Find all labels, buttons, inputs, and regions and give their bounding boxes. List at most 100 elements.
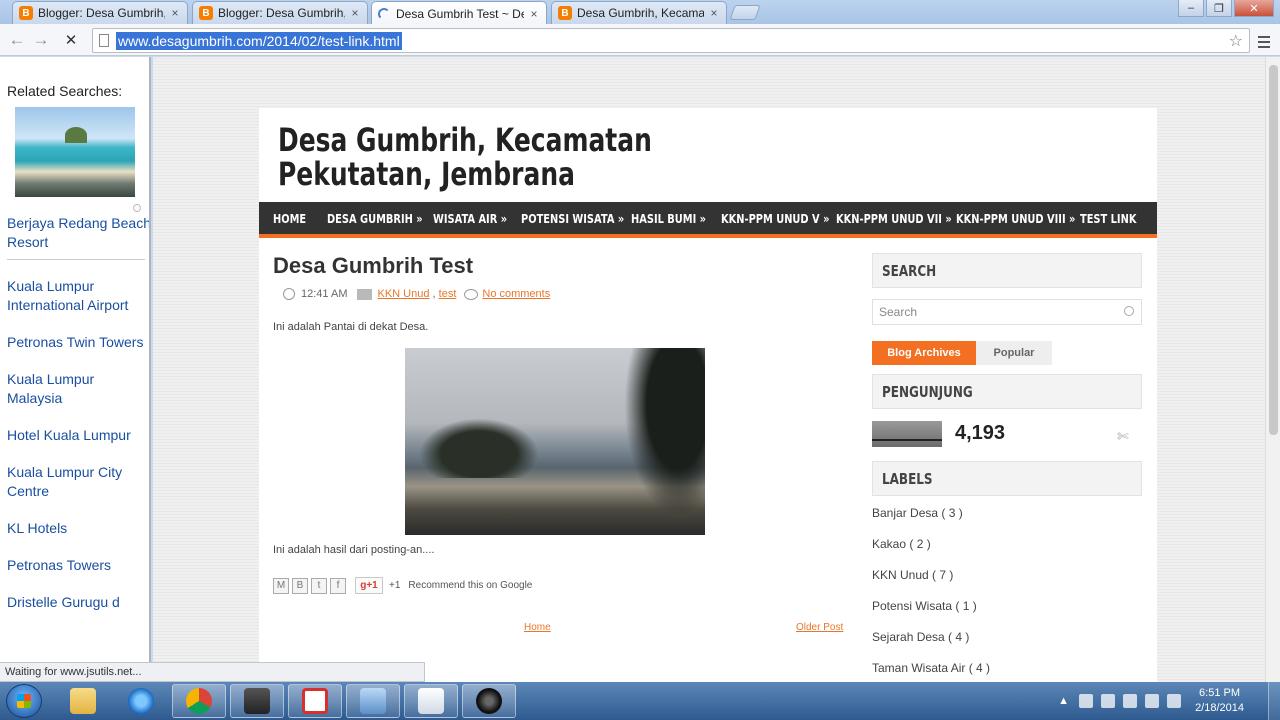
search-input[interactable]: Search [872, 299, 1142, 325]
label-link[interactable]: Taman Wisata Air ( 4 ) [872, 661, 990, 682]
related-link[interactable]: Berjaya Redang Beach Resort [0, 214, 149, 252]
nav-item-home[interactable]: HOME [273, 212, 306, 226]
network-icon [360, 688, 386, 714]
related-link[interactable]: Kuala Lumpur Malaysia [0, 370, 149, 408]
network-tray-icon[interactable] [1145, 694, 1160, 708]
scrollbar-thumb[interactable] [1269, 65, 1278, 435]
label-link[interactable]: KKN Unud ( 7 ) [872, 568, 990, 599]
folder-icon [70, 688, 96, 714]
related-link[interactable]: Kuala Lumpur International Airport [0, 277, 149, 315]
device-icon[interactable] [1123, 694, 1138, 708]
back-arrow-icon[interactable]: ← [5, 30, 29, 50]
tab-close-icon[interactable]: × [169, 6, 181, 20]
search-icon[interactable] [1124, 306, 1134, 316]
label-link[interactable]: Potensi Wisata ( 1 ) [872, 599, 990, 630]
ad-info-icon[interactable] [133, 204, 141, 212]
twitter-share-icon[interactable]: t [311, 577, 327, 594]
taskbar-network[interactable] [346, 684, 400, 718]
nav-item-test-link[interactable]: TEST LINK [1080, 212, 1136, 226]
stop-loading-icon[interactable]: ✕ [59, 31, 83, 49]
related-link[interactable]: Petronas Towers [0, 556, 149, 575]
system-tray: ▲ 6:51 PM 2/18/2014 [1058, 682, 1280, 720]
blogger-icon: B [19, 6, 33, 20]
share-bar: M B t f g+1 +1 Recommend this on Google [273, 577, 532, 594]
tab-title: Desa Gumbrih Test ~ Desa [396, 6, 524, 21]
minimize-icon[interactable]: – [1178, 0, 1204, 17]
plus-one-count: +1 [389, 580, 401, 591]
recommend-text: Recommend this on Google [408, 580, 533, 591]
volume-icon[interactable] [1167, 694, 1182, 708]
browser-tab-4[interactable]: B Desa Gumbrih, Kecamatan × [551, 1, 727, 24]
restore-icon[interactable]: ❐ [1206, 0, 1232, 17]
forward-arrow-icon[interactable]: → [29, 30, 53, 50]
label-link-kkn-unud[interactable]: KKN Unud [377, 288, 429, 300]
nav-item-potensi-wisata[interactable]: POTENSI WISATA » [521, 212, 624, 226]
beach-thumbnail-image[interactable] [15, 107, 135, 197]
pager-older-post-link[interactable]: Older Post [796, 622, 843, 633]
beach-photo[interactable] [405, 348, 705, 535]
flag-icon[interactable] [1079, 694, 1094, 708]
tab-close-icon[interactable]: × [708, 6, 720, 20]
post-paragraph: Ini adalah Pantai di dekat Desa. [273, 321, 429, 333]
related-link[interactable]: KL Hotels [0, 519, 149, 538]
browser-tab-2[interactable]: B Blogger: Desa Gumbrih, K × [192, 1, 368, 24]
system-clock[interactable]: 6:51 PM 2/18/2014 [1195, 686, 1244, 716]
label-link[interactable]: Kakao ( 2 ) [872, 537, 990, 568]
taskbar-media-player-classic[interactable] [230, 684, 284, 718]
bookmark-star-icon[interactable]: ☆ [1229, 31, 1243, 51]
taskbar-app-red[interactable] [288, 684, 342, 718]
tab-popular[interactable]: Popular [976, 341, 1052, 365]
blogger-icon: B [199, 6, 213, 20]
close-window-icon[interactable]: ✕ [1234, 0, 1274, 17]
document-icon [418, 688, 444, 714]
browser-tab-3[interactable]: Desa Gumbrih Test ~ Desa × [371, 1, 547, 25]
blogger-share-icon[interactable]: B [292, 577, 308, 594]
post-title[interactable]: Desa Gumbrih Test [273, 253, 473, 279]
address-bar[interactable]: www.desagumbrih.com/2014/02/test-link.ht… [92, 28, 1250, 53]
tab-blog-archives[interactable]: Blog Archives [872, 341, 976, 365]
url-text[interactable]: www.desagumbrih.com/2014/02/test-link.ht… [116, 31, 402, 50]
nav-item-wisata-air[interactable]: WISATA AIR » [433, 212, 507, 226]
tab-title: Blogger: Desa Gumbrih, K [38, 6, 165, 20]
nav-item-kkn-ppm-unud-viii[interactable]: KKN-PPM UNUD VIII » [956, 212, 1075, 226]
related-link[interactable]: Kuala Lumpur City Centre [0, 463, 149, 501]
comments-link[interactable]: No comments [482, 288, 550, 300]
tab-close-icon[interactable]: × [528, 7, 540, 21]
browser-tab-1[interactable]: B Blogger: Desa Gumbrih, K × [12, 1, 188, 24]
google-plus-one-button[interactable]: g+1 [355, 577, 383, 594]
power-icon[interactable] [1101, 694, 1116, 708]
taskbar-explorer[interactable] [56, 684, 110, 718]
taskbar-ie[interactable] [114, 684, 168, 718]
related-link[interactable]: Petronas Twin Towers [0, 333, 149, 352]
nav-item-kkn-ppm-unud-vii[interactable]: KKN-PPM UNUD VII » [836, 212, 952, 226]
label-link-test[interactable]: test [439, 288, 457, 300]
wrench-icon[interactable]: ✄ [1117, 428, 1129, 445]
label-link[interactable]: Sejarah Desa ( 4 ) [872, 630, 990, 661]
browser-toolbar: ← → ✕ www.desagumbrih.com/2014/02/test-l… [0, 24, 1280, 56]
taskbar-document[interactable] [404, 684, 458, 718]
show-desktop-button[interactable] [1268, 682, 1280, 720]
post-paragraph: Ini adalah hasil dari posting-an.... [273, 544, 435, 556]
nav-item-kkn-ppm-unud-v[interactable]: KKN-PPM UNUD V » [721, 212, 829, 226]
comment-bubble-icon [464, 288, 479, 300]
blog-title[interactable]: Desa Gumbrih, Kecamatan Pekutatan, Jembr… [278, 123, 684, 191]
related-link[interactable]: Dristelle Gurugu d [0, 593, 149, 612]
vertical-scrollbar[interactable] [1265, 57, 1280, 682]
chrome-icon [186, 688, 212, 714]
sidebar-tabs: Blog Archives Popular [872, 341, 1052, 365]
chrome-menu-icon[interactable] [1258, 33, 1270, 51]
taskbar-chrome[interactable] [172, 684, 226, 718]
related-link[interactable]: Hotel Kuala Lumpur [0, 426, 149, 445]
email-share-icon[interactable]: M [273, 577, 289, 594]
tab-close-icon[interactable]: × [349, 6, 361, 20]
window-controls: – ❐ ✕ [1178, 0, 1274, 17]
facebook-share-icon[interactable]: f [330, 577, 346, 594]
taskbar-obs[interactable] [462, 684, 516, 718]
new-tab-button[interactable] [729, 5, 761, 20]
tray-expand-icon[interactable]: ▲ [1058, 695, 1069, 707]
label-link[interactable]: Banjar Desa ( 3 ) [872, 506, 990, 537]
start-button[interactable] [6, 684, 42, 718]
pager-home-link[interactable]: Home [524, 622, 551, 633]
nav-item-desa-gumbrih[interactable]: DESA GUMBRIH » [327, 212, 423, 226]
nav-item-hasil-bumi[interactable]: HASIL BUMI » [631, 212, 706, 226]
